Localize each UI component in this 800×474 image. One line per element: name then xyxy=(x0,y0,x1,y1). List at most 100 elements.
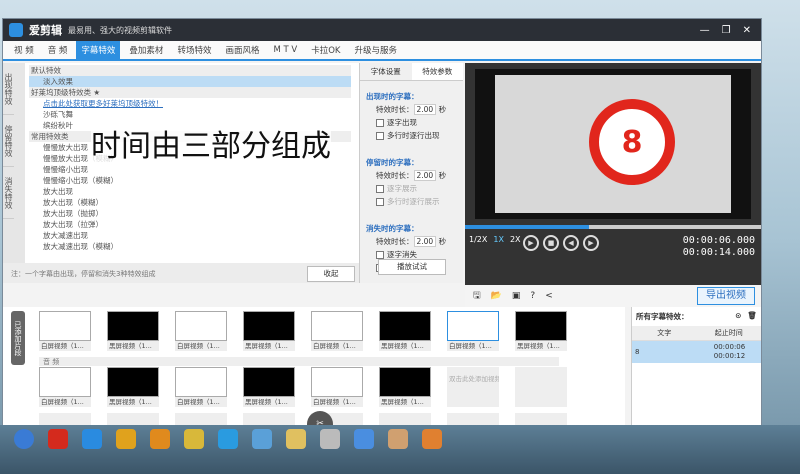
restore-icon[interactable]: ❐ xyxy=(722,25,731,36)
settings-icon[interactable] xyxy=(320,429,340,449)
add-video-slot[interactable]: 双击此处添加视频 xyxy=(447,367,499,407)
effect-item[interactable]: 放大出现 xyxy=(29,186,351,197)
vanish-duration-input[interactable]: 2.00 xyxy=(413,236,437,247)
effect-item[interactable]: 放大减速出现（模糊） xyxy=(29,241,351,252)
timeline-clip[interactable]: 白屏视频（1... xyxy=(311,311,363,351)
tab-6[interactable]: M T V xyxy=(268,42,302,58)
effect-item[interactable]: 放大出现（模糊） xyxy=(29,197,351,208)
qq-browser-icon[interactable] xyxy=(218,429,238,449)
stay-opt1-checkbox[interactable] xyxy=(376,185,384,193)
save-icon[interactable]: 🖫 xyxy=(473,288,481,304)
speed-1x[interactable]: 1X xyxy=(493,235,504,244)
timeline-clip[interactable]: 白屏视频（1... xyxy=(39,367,91,407)
help-icon[interactable]: ? xyxy=(530,291,535,301)
tab-3[interactable]: 叠加素材 xyxy=(124,41,168,59)
vtab-2[interactable]: 消失特效 xyxy=(3,167,14,219)
start-icon[interactable] xyxy=(14,429,34,449)
effect-item[interactable]: 点击此处获取更多好莱坞顶级特效！ xyxy=(29,98,351,109)
effect-item[interactable]: 淡入效果 xyxy=(29,76,351,87)
timeline-clip[interactable]: 白屏视频（1... xyxy=(39,311,91,351)
network-icon[interactable] xyxy=(252,429,272,449)
timeline: 已添加片段 白屏视频（1... 黑屏视频（1... 白屏视频（1... 黑屏视频（1.… xyxy=(3,307,625,425)
close-icon[interactable]: ✕ xyxy=(743,25,751,36)
clip-label: 黑屏视频（1... xyxy=(243,341,295,351)
locate-icon[interactable]: ⊙ xyxy=(735,311,741,320)
effect-item[interactable]: 放大减速出现 xyxy=(29,230,351,241)
timeline-clip[interactable]: 白屏视频（1... xyxy=(447,311,499,351)
minimize-icon[interactable]: — xyxy=(700,25,710,36)
tab-0[interactable]: 视 频 xyxy=(9,41,39,59)
play-icon[interactable]: ▶ xyxy=(523,235,539,251)
tab-7[interactable]: 卡拉OK xyxy=(306,41,345,59)
next-icon[interactable]: ▶ xyxy=(583,235,599,251)
col-time: 起止时间 xyxy=(714,329,743,337)
timeline-clip[interactable]: 白屏视频（1... xyxy=(175,311,227,351)
tab-effect-params[interactable]: 特效参数 xyxy=(411,63,463,80)
share-icon[interactable]: < xyxy=(545,291,553,301)
play-try-button[interactable]: 播放试试 xyxy=(378,259,446,275)
current-time: 00:00:06.000 xyxy=(682,235,755,246)
appear-opt2-checkbox[interactable] xyxy=(376,132,384,140)
playback-progress[interactable] xyxy=(465,225,761,229)
folder-icon[interactable] xyxy=(184,429,204,449)
timeline-clip[interactable]: 黑屏视频（1... xyxy=(107,311,159,351)
notepad-icon[interactable] xyxy=(286,429,306,449)
media-icon[interactable] xyxy=(150,429,170,449)
speed-2x[interactable]: 2X xyxy=(510,235,521,244)
appear-opt1-checkbox[interactable] xyxy=(376,119,384,127)
delete-icon[interactable]: 🗑 xyxy=(747,311,757,320)
export-video-button[interactable]: 导出视频 xyxy=(697,287,755,305)
timeline-clip[interactable]: 黑屏视频（1... xyxy=(107,367,159,407)
clip-label: 黑屏视频（1... xyxy=(107,341,159,351)
vanish-opt1-label: 逐字消失 xyxy=(387,250,417,259)
app-icon[interactable] xyxy=(48,429,68,449)
collapse-button[interactable]: 收起 xyxy=(307,266,355,282)
timeline-clip[interactable]: 黑屏视频（1... xyxy=(243,367,295,407)
empty-slot xyxy=(515,367,567,407)
tab-4[interactable]: 转场特效 xyxy=(172,41,216,59)
open-folder-icon[interactable]: 📂 xyxy=(491,291,502,301)
appear-duration-input[interactable]: 2.00 xyxy=(413,104,437,115)
timeline-clip[interactable]: 黑屏视频（1... xyxy=(379,367,431,407)
chrome-icon[interactable] xyxy=(116,429,136,449)
speed-half[interactable]: 1/2X xyxy=(469,235,487,244)
tab-5[interactable]: 画面风格 xyxy=(220,41,264,59)
clip-label: 白屏视频（1... xyxy=(175,341,227,351)
effects-panel: 出现特效 停留特效 消失特效 默认特效 淡入效果 好莱坞顶级特效类 ★ 点击此处获取更多好… xyxy=(3,63,463,283)
clip-label: 黑屏视频（1... xyxy=(515,341,567,351)
vtab-0[interactable]: 出现特效 xyxy=(3,63,14,115)
main-tabs: 视 频音 频字幕特效 叠加素材 转场特效 画面风格 M T V 卡拉OK 升级与服务 xyxy=(3,41,761,61)
col-text: 文字 xyxy=(657,329,672,337)
vanish-opt1-checkbox[interactable] xyxy=(376,251,384,259)
subtitle-start: 00:00:06 xyxy=(713,343,746,351)
tab-font-settings[interactable]: 字体设置 xyxy=(360,63,412,80)
tab-1[interactable]: 音 频 xyxy=(43,41,73,59)
note-text: 注：一个字幕由出现，停留和消失3种特效组成 xyxy=(3,263,359,283)
prev-icon[interactable]: ◀ xyxy=(563,235,579,251)
stay-opt2-checkbox[interactable] xyxy=(376,198,384,206)
effect-item[interactable]: 放大出现（拉弹） xyxy=(29,219,351,230)
timeline-clip[interactable]: 黑屏视频（1... xyxy=(379,311,431,351)
effect-item[interactable]: 慢慢缩小出现（模糊） xyxy=(29,175,351,186)
aijianji-icon[interactable] xyxy=(354,429,374,449)
timeline-clip[interactable]: 白屏视频（1... xyxy=(175,367,227,407)
timeline-label: 已添加片段 xyxy=(11,311,25,365)
ie-icon[interactable] xyxy=(82,429,102,449)
player-icon[interactable] xyxy=(422,429,442,449)
effect-item[interactable]: 放大出现（抛掷） xyxy=(29,208,351,219)
vtab-1[interactable]: 停留特效 xyxy=(3,115,14,167)
effect-item[interactable]: 沙砾飞舞 xyxy=(29,109,351,120)
paint-icon[interactable] xyxy=(388,429,408,449)
subtitle-row[interactable]: 8 00:00:06 00:00:12 xyxy=(632,341,761,363)
stop-icon[interactable]: ■ xyxy=(543,235,559,251)
calendar-icon[interactable]: ▣ xyxy=(512,291,521,301)
effect-item[interactable]: 慢慢缩小出现 xyxy=(29,164,351,175)
tab-8[interactable]: 升级与服务 xyxy=(349,41,402,59)
countdown-number: 8 xyxy=(589,99,675,185)
timeline-clip[interactable]: 白屏视频（1... xyxy=(311,367,363,407)
clip-label: 白屏视频（1... xyxy=(175,397,227,407)
stay-duration-input[interactable]: 2.00 xyxy=(413,170,437,181)
timeline-clip[interactable]: 黑屏视频（1... xyxy=(243,311,295,351)
tab-2[interactable]: 字幕特效 xyxy=(76,41,121,59)
timeline-clip[interactable]: 黑屏视频（1... xyxy=(515,311,567,351)
